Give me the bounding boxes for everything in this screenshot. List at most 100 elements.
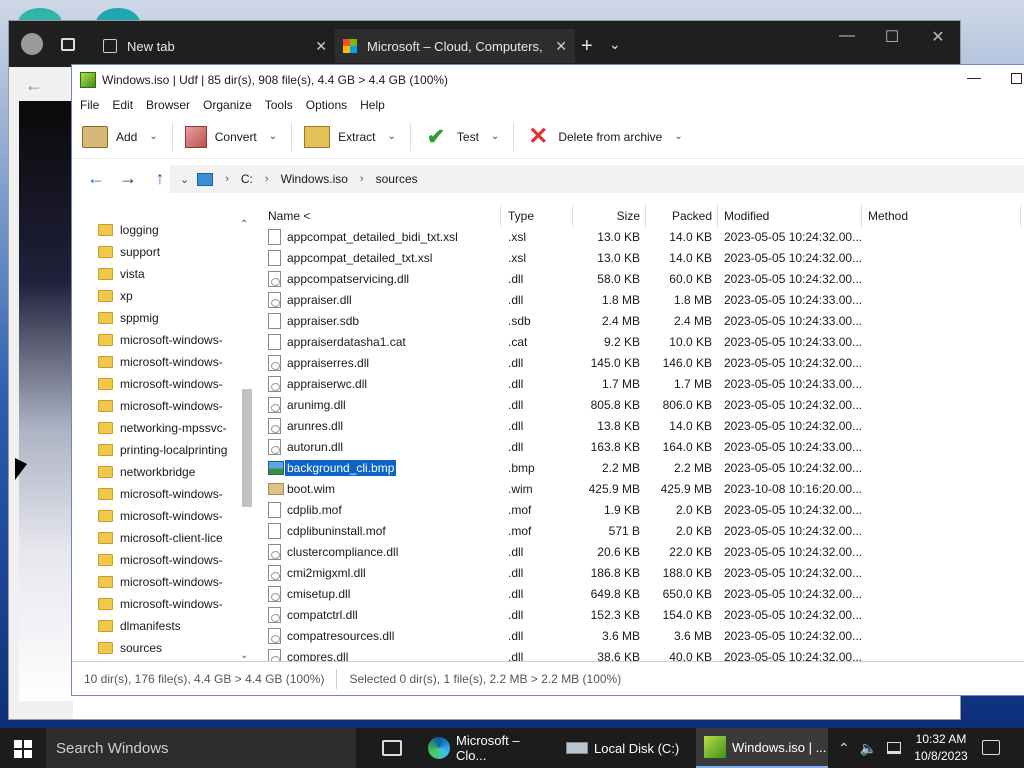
taskbar-edge[interactable]: Microsoft – Clo... — [420, 728, 552, 768]
table-row[interactable]: cmisetup.dll .dll 649.8 KB 650.0 KB 2023-05-… — [260, 584, 1024, 605]
taskbar-clock[interactable]: 10:32 AM 10/8/2023 — [910, 731, 972, 765]
table-row[interactable]: arunimg.dll .dll 805.8 KB 806.0 KB 2023-05-0… — [260, 395, 1024, 416]
tree-item[interactable]: microsoft-windows- — [98, 329, 238, 351]
scroll-down-icon[interactable]: ⌄ — [240, 650, 248, 661]
tree-item[interactable]: microsoft-windows- — [98, 483, 238, 505]
table-row[interactable]: cmi2migxml.dll .dll 186.8 KB 188.0 KB 2023-0… — [260, 563, 1024, 584]
back-arrow-icon[interactable]: ← — [25, 75, 43, 96]
notification-icon[interactable] — [982, 740, 1000, 755]
scroll-up-icon[interactable]: ⌃ — [240, 219, 248, 230]
chevron-down-icon[interactable]: ⌄ — [388, 131, 396, 142]
scrollbar-thumb[interactable] — [242, 389, 252, 507]
tree-item[interactable]: microsoft-windows- — [98, 549, 238, 571]
task-view-icon[interactable] — [382, 740, 402, 756]
forward-arrow-icon[interactable]: → — [112, 168, 144, 189]
column-name[interactable]: Name < — [268, 209, 310, 223]
table-row[interactable]: cdplibuninstall.mof .mof 571 B 2.0 KB 2023-0… — [260, 521, 1024, 542]
column-divider[interactable] — [861, 205, 862, 227]
taskbar-explorer[interactable]: Local Disk (C:) — [558, 728, 692, 768]
menu-tools[interactable]: Tools — [265, 98, 293, 112]
tab-list-button[interactable]: ⌄ — [609, 27, 621, 61]
maximize-button[interactable] — [1011, 73, 1022, 84]
tree-scrollbar[interactable]: ⌃ ⌄ — [239, 219, 253, 661]
new-tab-button[interactable]: + — [581, 29, 593, 63]
browser-close-button[interactable]: ✕ — [915, 27, 961, 47]
column-divider[interactable] — [717, 205, 718, 227]
column-divider[interactable] — [1020, 205, 1021, 227]
tree-item[interactable]: printing-localprinting — [98, 439, 238, 461]
table-row[interactable]: appraiser.dll .dll 1.8 MB 1.8 MB 2023-05-05 … — [260, 290, 1024, 311]
column-size[interactable]: Size — [572, 209, 640, 223]
volume-muted-icon[interactable]: 🔈 — [860, 740, 877, 757]
chevron-down-icon[interactable]: ⌄ — [269, 131, 277, 142]
tree-item[interactable]: support — [98, 241, 238, 263]
tab-microsoft[interactable]: Microsoft – Cloud, Computers, A ✕ — [335, 29, 575, 63]
close-tab-icon[interactable]: ✕ — [555, 38, 567, 55]
tree-item[interactable]: networking-mpssvc- — [98, 417, 238, 439]
table-row[interactable]: appraiserres.dll .dll 145.0 KB 146.0 KB 2023… — [260, 353, 1024, 374]
add-button[interactable]: Add ⌄ — [82, 125, 158, 148]
workspaces-icon[interactable] — [61, 38, 75, 51]
delete-from-archive-button[interactable]: ✕ Delete from archive ⌄ — [526, 124, 683, 148]
table-row[interactable]: appraiser.sdb .sdb 2.4 MB 2.4 MB 2023-05-05 … — [260, 311, 1024, 332]
tree-item[interactable]: sppmig — [98, 307, 238, 329]
menu-file[interactable]: File — [80, 98, 99, 112]
convert-button[interactable]: Convert ⌄ — [184, 125, 277, 148]
column-modified[interactable]: Modified — [724, 209, 769, 223]
table-row[interactable]: autorun.dll .dll 163.8 KB 164.0 KB 2023-05-0… — [260, 437, 1024, 458]
table-row[interactable]: appcompatservicing.dll .dll 58.0 KB 60.0 KB… — [260, 269, 1024, 290]
profile-avatar[interactable] — [21, 33, 43, 55]
table-row[interactable]: boot.wim .wim 425.9 MB 425.9 MB 2023-10-08 1… — [260, 479, 1024, 500]
table-row[interactable]: appcompat_detailed_txt.xsl .xsl 13.0 KB 14.… — [260, 248, 1024, 269]
breadcrumb-drive[interactable]: C: — [241, 172, 253, 186]
tree-item[interactable]: dlmanifests — [98, 615, 238, 637]
table-row[interactable]: appcompat_detailed_bidi_txt.xsl .xsl 13.0 … — [260, 227, 1024, 248]
tree-item[interactable]: microsoft-windows- — [98, 395, 238, 417]
column-divider[interactable] — [500, 205, 501, 227]
taskbar-7zip[interactable]: Windows.iso | ... — [696, 728, 828, 768]
network-icon[interactable] — [887, 742, 902, 754]
table-row[interactable]: background_cli.bmp .bmp 2.2 MB 2.2 MB 2023-0… — [260, 458, 1024, 479]
tree-item[interactable]: networkbridge — [98, 461, 238, 483]
menu-browser[interactable]: Browser — [146, 98, 190, 112]
test-button[interactable]: ✔ Test ⌄ — [423, 125, 500, 148]
browser-maximize-button[interactable]: ☐ — [869, 27, 915, 47]
windows-start-icon[interactable] — [14, 740, 32, 758]
computer-icon[interactable] — [197, 172, 214, 186]
breadcrumb[interactable]: ⌄ › C: › Windows.iso › sources — [170, 165, 1024, 193]
chevron-down-icon[interactable]: ⌄ — [674, 131, 682, 142]
column-method[interactable]: Method — [868, 209, 908, 223]
breadcrumb-folder[interactable]: sources — [376, 172, 418, 186]
tree-item[interactable]: logging — [98, 219, 238, 241]
menu-help[interactable]: Help — [360, 98, 385, 112]
history-chevron-down-icon[interactable]: ⌄ — [180, 173, 189, 186]
table-row[interactable]: arunres.dll .dll 13.8 KB 14.0 KB 2023-05-05 … — [260, 416, 1024, 437]
chevron-down-icon[interactable]: ⌄ — [149, 131, 157, 142]
table-row[interactable]: clustercompliance.dll .dll 20.6 KB 22.0 KB 2… — [260, 542, 1024, 563]
tree-item[interactable]: xp — [98, 285, 238, 307]
tree-item[interactable]: sources — [98, 637, 238, 659]
back-arrow-icon[interactable]: ← — [80, 168, 112, 189]
tab-new-tab[interactable]: New tab ✕ — [99, 29, 335, 63]
breadcrumb-archive[interactable]: Windows.iso — [281, 172, 348, 186]
minimize-button[interactable]: — — [964, 69, 984, 85]
chevron-up-icon[interactable]: ⌃ — [838, 740, 850, 757]
browser-minimize-button[interactable]: — — [824, 27, 870, 45]
column-packed[interactable]: Packed — [645, 209, 712, 223]
table-row[interactable]: compatctrl.dll .dll 152.3 KB 154.0 KB 2023-0… — [260, 605, 1024, 626]
tree-item[interactable]: microsoft-windows- — [98, 571, 238, 593]
table-row[interactable]: appraiserdatasha1.cat .cat 9.2 KB 10.0 KB 20… — [260, 332, 1024, 353]
chevron-down-icon[interactable]: ⌄ — [491, 131, 499, 142]
table-row[interactable]: appraiserwc.dll .dll 1.7 MB 1.7 MB 2023-05-0… — [260, 374, 1024, 395]
menu-edit[interactable]: Edit — [112, 98, 133, 112]
column-type[interactable]: Type — [508, 209, 534, 223]
tree-item[interactable]: vista — [98, 263, 238, 285]
menu-options[interactable]: Options — [306, 98, 347, 112]
table-row[interactable]: compres.dll .dll 38.6 KB 40.0 KB 2023-05-05 … — [260, 647, 1024, 661]
taskbar-search-box[interactable]: Search Windows — [46, 728, 356, 768]
tree-item[interactable]: microsoft-windows- — [98, 505, 238, 527]
extract-button[interactable]: Extract ⌄ — [304, 125, 396, 148]
tree-item[interactable]: microsoft-windows- — [98, 351, 238, 373]
table-row[interactable]: compatresources.dll .dll 3.6 MB 3.6 MB 2023-… — [260, 626, 1024, 647]
tree-item[interactable]: microsoft-windows- — [98, 593, 238, 615]
